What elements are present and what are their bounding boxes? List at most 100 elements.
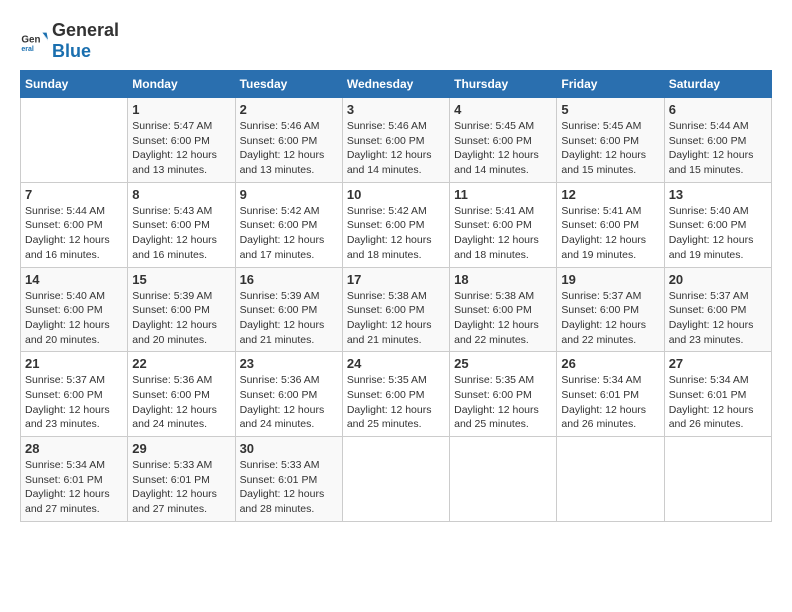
day-info: Sunrise: 5:34 AM Sunset: 6:01 PM Dayligh… [669,373,767,432]
day-number: 6 [669,102,767,117]
day-number: 2 [240,102,338,117]
day-info: Sunrise: 5:35 AM Sunset: 6:00 PM Dayligh… [454,373,552,432]
svg-text:eral: eral [21,46,34,53]
day-cell: 5 Sunrise: 5:45 AM Sunset: 6:00 PM Daylig… [557,98,664,183]
day-cell: 18Sunrise: 5:38 AM Sunset: 6:00 PM Dayli… [450,267,557,352]
day-cell [342,437,449,522]
day-info: Sunrise: 5:42 AM Sunset: 6:00 PM Dayligh… [240,204,338,263]
day-info: Sunrise: 5:39 AM Sunset: 6:00 PM Dayligh… [132,289,230,348]
day-info: Sunrise: 5:37 AM Sunset: 6:00 PM Dayligh… [561,289,659,348]
week-row-4: 21Sunrise: 5:37 AM Sunset: 6:00 PM Dayli… [21,352,772,437]
day-number: 3 [347,102,445,117]
calendar-table: SundayMondayTuesdayWednesdayThursdayFrid… [20,70,772,522]
header-row: SundayMondayTuesdayWednesdayThursdayFrid… [21,71,772,98]
calendar-header: SundayMondayTuesdayWednesdayThursdayFrid… [21,71,772,98]
day-number: 22 [132,356,230,371]
day-cell: 27Sunrise: 5:34 AM Sunset: 6:01 PM Dayli… [664,352,771,437]
day-info: Sunrise: 5:40 AM Sunset: 6:00 PM Dayligh… [25,289,123,348]
day-cell [557,437,664,522]
day-info: Sunrise: 5:45 AM Sunset: 6:00 PM Dayligh… [454,119,552,178]
day-number: 15 [132,272,230,287]
day-number: 28 [25,441,123,456]
day-cell: 6 Sunrise: 5:44 AM Sunset: 6:00 PM Daylig… [664,98,771,183]
day-info: Sunrise: 5:37 AM Sunset: 6:00 PM Dayligh… [669,289,767,348]
logo: Gen eral GeneralBlue [20,20,119,62]
day-cell: 14 Sunrise: 5:40 AM Sunset: 6:00 PM Dayli… [21,267,128,352]
day-cell: 12 Sunrise: 5:41 AM Sunset: 6:00 PM Dayli… [557,182,664,267]
day-info: Sunrise: 5:43 AM Sunset: 6:00 PM Dayligh… [132,204,230,263]
day-info: Sunrise: 5:34 AM Sunset: 6:01 PM Dayligh… [25,458,123,517]
day-cell: 30Sunrise: 5:33 AM Sunset: 6:01 PM Dayli… [235,437,342,522]
day-cell: 19 Sunrise: 5:37 AM Sunset: 6:00 PM Dayli… [557,267,664,352]
day-number: 10 [347,187,445,202]
day-cell: 7 Sunrise: 5:44 AM Sunset: 6:00 PM Daylig… [21,182,128,267]
day-cell [21,98,128,183]
day-info: Sunrise: 5:39 AM Sunset: 6:00 PM Dayligh… [240,289,338,348]
day-cell: 29 Sunrise: 5:33 AM Sunset: 6:01 PM Dayli… [128,437,235,522]
day-cell: 9Sunrise: 5:42 AM Sunset: 6:00 PM Daylig… [235,182,342,267]
day-info: Sunrise: 5:44 AM Sunset: 6:00 PM Dayligh… [669,119,767,178]
day-number: 13 [669,187,767,202]
day-cell: 22Sunrise: 5:36 AM Sunset: 6:00 PM Dayli… [128,352,235,437]
day-number: 16 [240,272,338,287]
header-cell-thursday: Thursday [450,71,557,98]
header-cell-sunday: Sunday [21,71,128,98]
day-cell: 23 Sunrise: 5:36 AM Sunset: 6:00 PM Dayli… [235,352,342,437]
day-info: Sunrise: 5:46 AM Sunset: 6:00 PM Dayligh… [347,119,445,178]
day-info: Sunrise: 5:47 AM Sunset: 6:00 PM Dayligh… [132,119,230,178]
logo-icon: Gen eral [20,27,48,55]
day-cell: 24 Sunrise: 5:35 AM Sunset: 6:00 PM Dayli… [342,352,449,437]
day-number: 29 [132,441,230,456]
day-cell: 20 Sunrise: 5:37 AM Sunset: 6:00 PM Dayli… [664,267,771,352]
day-info: Sunrise: 5:42 AM Sunset: 6:00 PM Dayligh… [347,204,445,263]
calendar-body: 1 Sunrise: 5:47 AM Sunset: 6:00 PM Daylig… [21,98,772,522]
day-number: 1 [132,102,230,117]
header-cell-tuesday: Tuesday [235,71,342,98]
day-number: 14 [25,272,123,287]
day-info: Sunrise: 5:35 AM Sunset: 6:00 PM Dayligh… [347,373,445,432]
day-info: Sunrise: 5:45 AM Sunset: 6:00 PM Dayligh… [561,119,659,178]
day-cell: 3 Sunrise: 5:46 AM Sunset: 6:00 PM Daylig… [342,98,449,183]
day-number: 17 [347,272,445,287]
day-number: 20 [669,272,767,287]
day-number: 5 [561,102,659,117]
day-number: 23 [240,356,338,371]
day-cell: 25 Sunrise: 5:35 AM Sunset: 6:00 PM Dayli… [450,352,557,437]
day-cell: 26Sunrise: 5:34 AM Sunset: 6:01 PM Dayli… [557,352,664,437]
day-cell: 1 Sunrise: 5:47 AM Sunset: 6:00 PM Daylig… [128,98,235,183]
header-cell-wednesday: Wednesday [342,71,449,98]
day-cell [450,437,557,522]
day-cell: 16 Sunrise: 5:39 AM Sunset: 6:00 PM Dayli… [235,267,342,352]
header-cell-friday: Friday [557,71,664,98]
day-number: 18 [454,272,552,287]
day-number: 7 [25,187,123,202]
day-number: 19 [561,272,659,287]
day-number: 25 [454,356,552,371]
day-number: 4 [454,102,552,117]
page-header: Gen eral GeneralBlue [20,20,772,62]
week-row-1: 1 Sunrise: 5:47 AM Sunset: 6:00 PM Daylig… [21,98,772,183]
header-cell-monday: Monday [128,71,235,98]
day-cell: 13Sunrise: 5:40 AM Sunset: 6:00 PM Dayli… [664,182,771,267]
day-number: 24 [347,356,445,371]
day-number: 8 [132,187,230,202]
day-info: Sunrise: 5:36 AM Sunset: 6:00 PM Dayligh… [240,373,338,432]
day-number: 11 [454,187,552,202]
day-info: Sunrise: 5:33 AM Sunset: 6:01 PM Dayligh… [132,458,230,517]
day-number: 12 [561,187,659,202]
day-info: Sunrise: 5:44 AM Sunset: 6:00 PM Dayligh… [25,204,123,263]
day-info: Sunrise: 5:41 AM Sunset: 6:00 PM Dayligh… [561,204,659,263]
svg-text:Gen: Gen [21,34,40,45]
day-info: Sunrise: 5:46 AM Sunset: 6:00 PM Dayligh… [240,119,338,178]
day-cell: 10 Sunrise: 5:42 AM Sunset: 6:00 PM Dayli… [342,182,449,267]
day-cell: 28 Sunrise: 5:34 AM Sunset: 6:01 PM Dayli… [21,437,128,522]
day-number: 21 [25,356,123,371]
day-info: Sunrise: 5:41 AM Sunset: 6:00 PM Dayligh… [454,204,552,263]
week-row-2: 7 Sunrise: 5:44 AM Sunset: 6:00 PM Daylig… [21,182,772,267]
day-cell: 15 Sunrise: 5:39 AM Sunset: 6:00 PM Dayli… [128,267,235,352]
day-cell: 17Sunrise: 5:38 AM Sunset: 6:00 PM Dayli… [342,267,449,352]
day-cell: 21Sunrise: 5:37 AM Sunset: 6:00 PM Dayli… [21,352,128,437]
header-cell-saturday: Saturday [664,71,771,98]
day-cell: 8 Sunrise: 5:43 AM Sunset: 6:00 PM Daylig… [128,182,235,267]
day-cell: 11 Sunrise: 5:41 AM Sunset: 6:00 PM Dayli… [450,182,557,267]
